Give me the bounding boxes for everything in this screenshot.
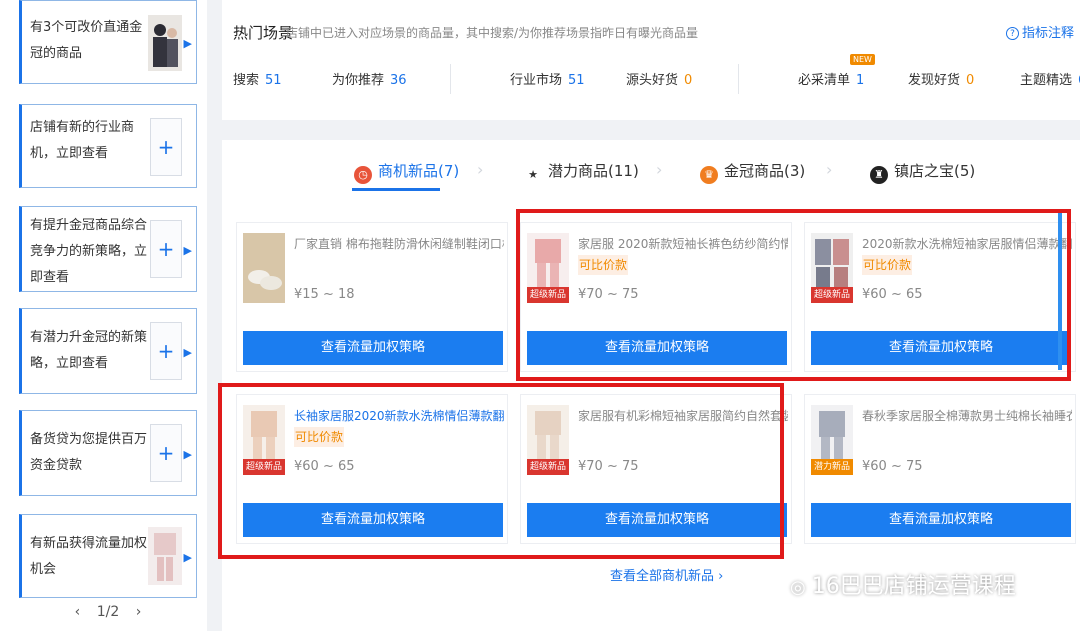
sidebar-card-price-crown[interactable]: 有3个可改价直通金冠的商品 ▶ [19, 0, 197, 84]
tab-potential-products[interactable]: ★ 潜力商品(11) [524, 160, 639, 184]
metric-value: 51 [568, 73, 585, 88]
chevron-right-icon[interactable]: › [136, 604, 142, 620]
product-price: ¥60 ~ 75 [862, 459, 923, 474]
metric-discover-goods[interactable]: 发现好货 0 [908, 69, 974, 88]
sidebar-card-industry-opportunity[interactable]: 店铺有新的行业商机，立即查看 + [19, 104, 197, 188]
plus-icon[interactable]: + [150, 424, 182, 482]
tab-label: 金冠商品(3) [724, 162, 806, 180]
chevron-right-icon[interactable]: ▶ [184, 244, 192, 257]
clock-icon: ◷ [354, 166, 372, 184]
sidebar-pager: ‹ 1/2 › [19, 604, 197, 620]
chevron-right-icon: › [826, 160, 833, 179]
watermark-text: 16巴巴店铺运营课程 [811, 574, 1016, 599]
metric-label: 为你推荐 [332, 73, 385, 88]
tab-label: 商机新品(7) [378, 162, 460, 180]
plus-icon[interactable]: + [150, 322, 182, 380]
product-price: ¥15 ~ 18 [294, 287, 355, 302]
tab-label: 镇店之宝(5) [894, 162, 976, 180]
sidebar-card-text: 有提升金冠商品综合竞争力的新策略，立即查看 [30, 218, 148, 285]
chevron-right-icon[interactable]: ▶ [184, 37, 192, 50]
metric-value: 0 [966, 73, 975, 88]
product-name[interactable]: 厂家直销 棉布拖鞋防滑休闲缝制鞋闭口格子条... [294, 235, 504, 252]
hot-scenes-panel: 热门场景 店铺中已进入对应场景的商品量，其中搜索/为你推荐场景指昨日有曝光商品量… [222, 0, 1080, 120]
sidebar-card-stock-loan[interactable]: 备货贷为您提供百万资金贷款 + ▶ [19, 410, 197, 496]
sidebar-card-crown-strategy[interactable]: 有提升金冠商品综合竞争力的新策略，立即查看 + ▶ [19, 206, 197, 292]
metric-theme-selection[interactable]: 主题精选6 [1020, 69, 1080, 88]
hot-scenes-description: 店铺中已进入对应场景的商品量，其中搜索/为你推荐场景指昨日有曝光商品量 [286, 26, 699, 40]
product-name[interactable]: 春秋季家居服全棉薄款男士纯棉长袖睡衣日系牛... [862, 407, 1072, 424]
chevron-right-icon[interactable]: ▶ [184, 551, 192, 564]
sidebar-card-text: 有潜力升金冠的新策略，立即查看 [30, 330, 148, 371]
product-card: 潜力新品 春秋季家居服全棉薄款男士纯棉长袖睡衣日系牛... ¥60 ~ 75 查… [804, 394, 1076, 544]
traffic-strategy-button[interactable]: 查看流量加权策略 [811, 503, 1071, 537]
metric-value: 51 [265, 73, 282, 88]
tab-label: 潜力商品(11) [548, 162, 639, 180]
metric-source-goods[interactable]: 源头好货 0 [626, 69, 692, 88]
product-card: 厂家直销 棉布拖鞋防滑休闲缝制鞋闭口格子条... ¥15 ~ 18 查看流量加权… [236, 222, 508, 372]
tab-crown-products[interactable]: ♛ 金冠商品(3) [700, 160, 805, 184]
metric-label: 搜索 [233, 73, 260, 88]
metric-label: 必采清单 [798, 73, 851, 88]
metric-industry-market[interactable]: 行业市场 51 [510, 69, 585, 88]
metric-value: 36 [390, 73, 407, 88]
metric-help-link[interactable]: ? 指标注释 [1005, 22, 1074, 41]
treasure-icon: ♜ [870, 166, 888, 184]
metric-label: 源头好货 [626, 73, 679, 88]
chevron-right-icon[interactable]: ▶ [184, 448, 192, 461]
hot-scenes-title: 热门场景 [233, 24, 294, 42]
plus-icon[interactable]: + [150, 118, 182, 176]
highlight-box [516, 209, 1071, 381]
help-label: 指标注释 [1021, 26, 1074, 41]
see-all-link[interactable]: 查看全部商机新品 › [610, 565, 723, 584]
highlight-box [218, 383, 784, 559]
new-badge: NEW [850, 54, 875, 65]
chevron-right-icon: › [477, 160, 484, 179]
product-image: 潜力新品 [811, 405, 853, 475]
metric-label: 行业市场 [510, 73, 563, 88]
metric-label: 发现好货 [908, 73, 961, 88]
tab-store-treasure[interactable]: ♜ 镇店之宝(5) [870, 160, 975, 184]
star-icon: ★ [524, 166, 542, 184]
sidebar: 有3个可改价直通金冠的商品 ▶ 店铺有新的行业商机，立即查看 + 有提升金冠商品… [0, 0, 207, 631]
chevron-left-icon[interactable]: ‹ [75, 604, 81, 620]
sidebar-card-text: 店铺有新的行业商机，立即查看 [30, 120, 135, 161]
active-tab-indicator [352, 188, 440, 191]
sidebar-card-text: 有3个可改价直通金冠的商品 [30, 20, 143, 61]
wechat-icon: ◎ [790, 577, 806, 598]
metric-value: 1 [856, 73, 865, 88]
chevron-right-icon: › [656, 160, 663, 179]
crown-icon: ♛ [700, 166, 718, 184]
metric-search[interactable]: 搜索 51 [233, 69, 282, 88]
product-thumbnail [148, 527, 182, 585]
metric-must-buy-list[interactable]: 必采清单 1 [798, 69, 864, 88]
product-image [243, 233, 285, 303]
sidebar-card-text: 有新品获得流量加权机会 [30, 536, 148, 577]
metric-recommend[interactable]: 为你推荐 36 [332, 69, 407, 88]
product-tag: 潜力新品 [811, 459, 853, 475]
sidebar-card-text: 备货贷为您提供百万资金贷款 [30, 432, 148, 473]
product-thumbnail [148, 15, 182, 71]
metric-label: 主题精选 [1020, 73, 1073, 88]
watermark: ◎ 16巴巴店铺运营课程 [790, 568, 1016, 600]
traffic-strategy-button[interactable]: 查看流量加权策略 [243, 331, 503, 365]
pager-text: 1/2 [96, 604, 120, 620]
question-icon: ? [1005, 27, 1019, 40]
metric-value: 0 [684, 73, 693, 88]
tab-new-opportunity[interactable]: ◷ 商机新品(7) [354, 160, 459, 184]
sidebar-card-potential-strategy[interactable]: 有潜力升金冠的新策略，立即查看 + ▶ [19, 308, 197, 394]
sidebar-card-new-product-traffic[interactable]: 有新品获得流量加权机会 ▶ [19, 514, 197, 598]
plus-icon[interactable]: + [150, 220, 182, 278]
divider [450, 64, 451, 94]
chevron-right-icon[interactable]: ▶ [184, 346, 192, 359]
divider [738, 64, 739, 94]
